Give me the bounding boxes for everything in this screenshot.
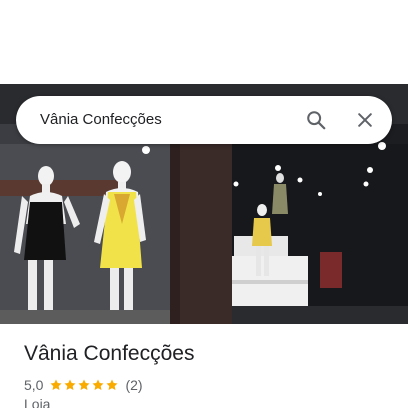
- clear-search-button[interactable]: [353, 108, 377, 132]
- rating-row[interactable]: 5,0 (2): [24, 376, 143, 394]
- star-icon: [50, 379, 63, 391]
- star-icon: [106, 379, 119, 391]
- top-blank-area: [0, 0, 408, 84]
- place-title: Vânia Confecções: [24, 342, 195, 365]
- rating-value: 5,0: [24, 377, 44, 393]
- place-category: Loja: [24, 396, 51, 408]
- rating-stars: [49, 378, 119, 392]
- star-icon: [64, 379, 77, 391]
- search-bar[interactable]: Vânia Confecções: [16, 96, 392, 144]
- place-info-panel: Vânia Confecções 5,0 (2) Loja: [0, 324, 408, 408]
- search-input[interactable]: Vânia Confecções: [40, 96, 162, 144]
- review-count[interactable]: (2): [125, 377, 142, 393]
- star-icon: [92, 379, 105, 391]
- search-icon: [307, 111, 326, 130]
- search-button[interactable]: [304, 108, 328, 132]
- star-icon: [78, 379, 91, 391]
- close-icon: [358, 113, 372, 127]
